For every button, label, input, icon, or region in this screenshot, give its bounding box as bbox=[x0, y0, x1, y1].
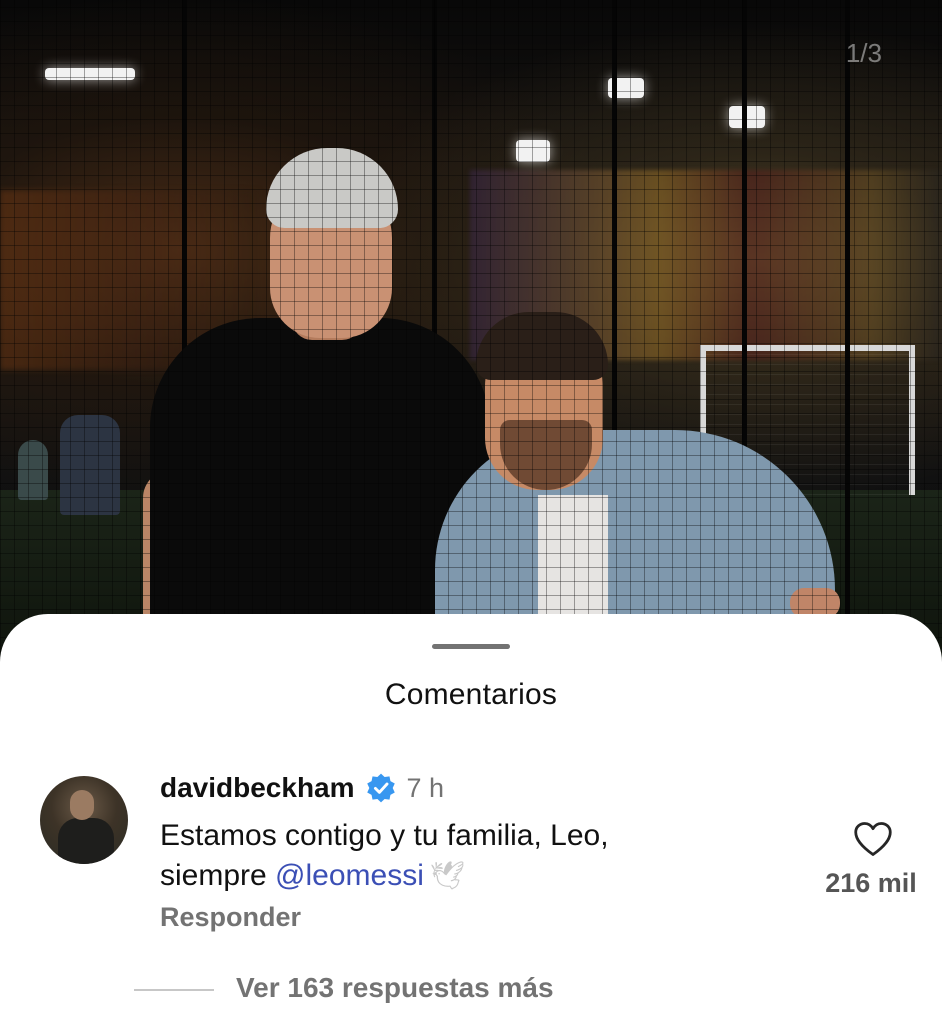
sheet-title: Comentarios bbox=[384, 678, 558, 711]
reply-button[interactable]: Responder bbox=[160, 902, 301, 933]
comment-text-line1: Estamos contigo y tu familia, Leo, bbox=[160, 819, 609, 852]
comments-sheet: Comentarios davidbeckham 7 h Estamos con… bbox=[0, 614, 942, 1024]
background-net bbox=[0, 0, 942, 680]
dove-icon: 🕊 bbox=[429, 860, 466, 891]
comment-username[interactable]: davidbeckham bbox=[160, 772, 355, 804]
view-replies-row[interactable]: Ver 163 respuestas más bbox=[0, 968, 942, 1012]
heart-icon[interactable] bbox=[852, 820, 894, 858]
comment-text: Estamos contigo y tu familia, Leo, siemp… bbox=[160, 816, 780, 896]
photo-counter: 1/3 bbox=[845, 38, 882, 68]
avatar-body bbox=[58, 818, 114, 864]
view-replies-button[interactable]: Ver 163 respuestas más bbox=[236, 972, 554, 1004]
sheet-drag-handle[interactable] bbox=[432, 644, 510, 649]
mention-link[interactable]: @leomessi bbox=[275, 859, 424, 892]
avatar-head bbox=[70, 790, 94, 820]
post-photo[interactable]: 1/3 bbox=[0, 0, 942, 680]
comment-text-line2: siempre bbox=[160, 859, 267, 892]
comment-item: davidbeckham 7 h Estamos contigo y tu fa… bbox=[0, 764, 942, 964]
verified-badge-icon bbox=[366, 773, 395, 803]
comment-header: davidbeckham 7 h bbox=[160, 768, 444, 808]
replies-divider bbox=[134, 989, 214, 991]
comment-timestamp: 7 h bbox=[406, 772, 445, 803]
like-count: 216 mil bbox=[825, 868, 917, 898]
avatar[interactable] bbox=[40, 776, 128, 864]
